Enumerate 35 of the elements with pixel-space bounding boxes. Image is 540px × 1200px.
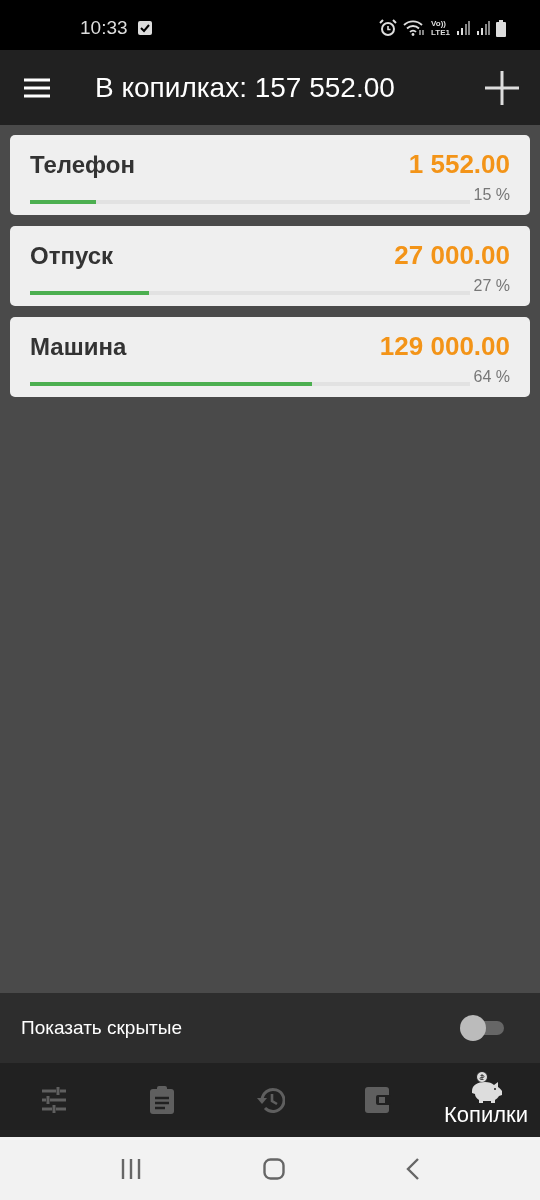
bank-percent: 15 %	[473, 186, 510, 204]
bank-percent: 64 %	[473, 368, 510, 386]
bank-amount: 129 000.00	[379, 331, 510, 362]
network-label: LTE1	[431, 28, 450, 37]
home-icon	[263, 1157, 285, 1180]
menu-icon	[24, 77, 50, 98]
back-icon	[405, 1157, 420, 1180]
network-label: Vo))	[431, 19, 447, 28]
clipboard-icon	[150, 1086, 174, 1114]
bank-percent: 27 %	[473, 277, 510, 295]
bank-name: Машина	[30, 333, 127, 361]
app-title: В копилках: 157 552.00	[95, 71, 396, 104]
nav-tab[interactable]: Копилки	[432, 1063, 540, 1137]
toggle-label: Показать скрытые	[21, 1017, 182, 1039]
bank-name: Телефон	[30, 151, 135, 179]
signal-icon	[456, 20, 470, 36]
bank-amount: 1 552.00	[408, 149, 510, 180]
signal-icon	[476, 20, 490, 36]
recents-icon	[120, 1158, 143, 1179]
piggy-bank-card[interactable]: Отпуск 27 000.00 27 %	[10, 226, 530, 306]
toggle-switch[interactable]	[460, 1015, 506, 1041]
clock: 10:33	[80, 17, 128, 39]
bank-name: Отпуск	[30, 242, 114, 270]
checkbox-notification-icon	[137, 21, 152, 35]
wallet-icon	[365, 1087, 391, 1113]
plus-icon	[485, 70, 519, 105]
alarm-icon	[379, 19, 398, 37]
wifi-icon	[403, 20, 426, 36]
piggy-bank-icon	[469, 1071, 503, 1103]
battery-icon	[496, 19, 506, 37]
history-icon	[255, 1086, 285, 1114]
piggy-bank-card[interactable]: Машина 129 000.00 64 %	[10, 317, 530, 397]
sliders-icon	[40, 1087, 68, 1113]
piggy-bank-card[interactable]: Телефон 1 552.00 15 %	[10, 135, 530, 215]
bank-amount: 27 000.00	[394, 240, 510, 271]
